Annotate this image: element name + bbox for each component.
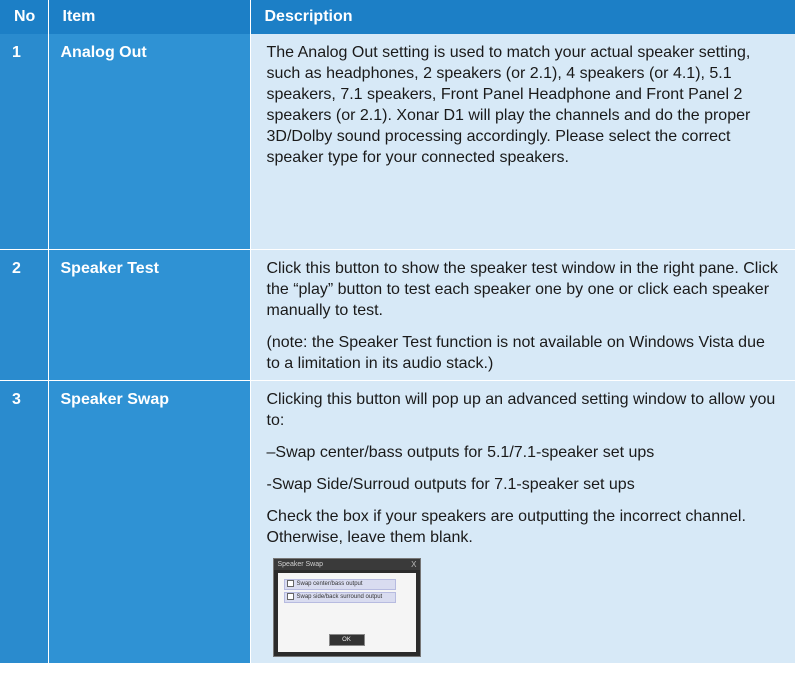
table-header-row: No Item Description	[0, 0, 795, 34]
screenshot-titlebar: Speaker Swap X	[273, 558, 420, 570]
row-item: Speaker Swap	[48, 380, 251, 664]
screenshot-ok-button: OK	[328, 633, 365, 646]
table-row: 2 Speaker Test Click this button to show…	[0, 249, 795, 381]
table-row: 3 Speaker Swap Clicking this button will…	[0, 380, 795, 664]
screenshot-body: Swap center/bass output Swap side/back s…	[277, 572, 416, 652]
checkbox-icon	[286, 579, 294, 587]
row-number: 3	[0, 380, 49, 664]
description-paragraph: –Swap center/bass outputs for 5.1/7.1-sp…	[266, 443, 655, 461]
row-description: The Analog Out setting is used to match …	[250, 34, 795, 250]
description-paragraph: Check the box if your speakers are outpu…	[266, 507, 746, 546]
option-label: Swap center/bass output	[296, 580, 363, 587]
row-description: Click this button to show the speaker te…	[250, 249, 795, 381]
feature-table: No Item Description 1 Analog Out The Ana…	[0, 0, 795, 664]
row-item: Speaker Test	[48, 249, 251, 381]
row-number: 2	[0, 249, 49, 381]
screenshot-option: Swap center/bass output	[283, 578, 396, 590]
description-note: (note: the Speaker Test function is not …	[266, 333, 765, 372]
description-paragraph: The Analog Out setting is used to match …	[266, 44, 751, 166]
header-description: Description	[250, 0, 795, 34]
close-icon: X	[411, 559, 417, 569]
screenshot-title: Speaker Swap	[277, 560, 324, 568]
checkbox-icon	[286, 592, 294, 600]
row-item: Analog Out	[48, 34, 251, 250]
row-description: Clicking this button will pop up an adva…	[250, 380, 795, 664]
speaker-swap-window-screenshot: Speaker Swap X Swap center/bass output S…	[272, 557, 421, 657]
description-paragraph: Clicking this button will pop up an adva…	[266, 390, 776, 429]
table-row: 1 Analog Out The Analog Out setting is u…	[0, 34, 795, 250]
row-number: 1	[0, 34, 49, 250]
description-paragraph: -Swap Side/Surroud outputs for 7.1-speak…	[266, 475, 635, 493]
header-item: Item	[48, 0, 251, 34]
screenshot-option: Swap side/back surround output	[283, 591, 396, 603]
header-no: No	[0, 0, 49, 34]
option-label: Swap side/back surround output	[296, 593, 383, 600]
description-paragraph: Click this button to show the speaker te…	[266, 259, 778, 319]
